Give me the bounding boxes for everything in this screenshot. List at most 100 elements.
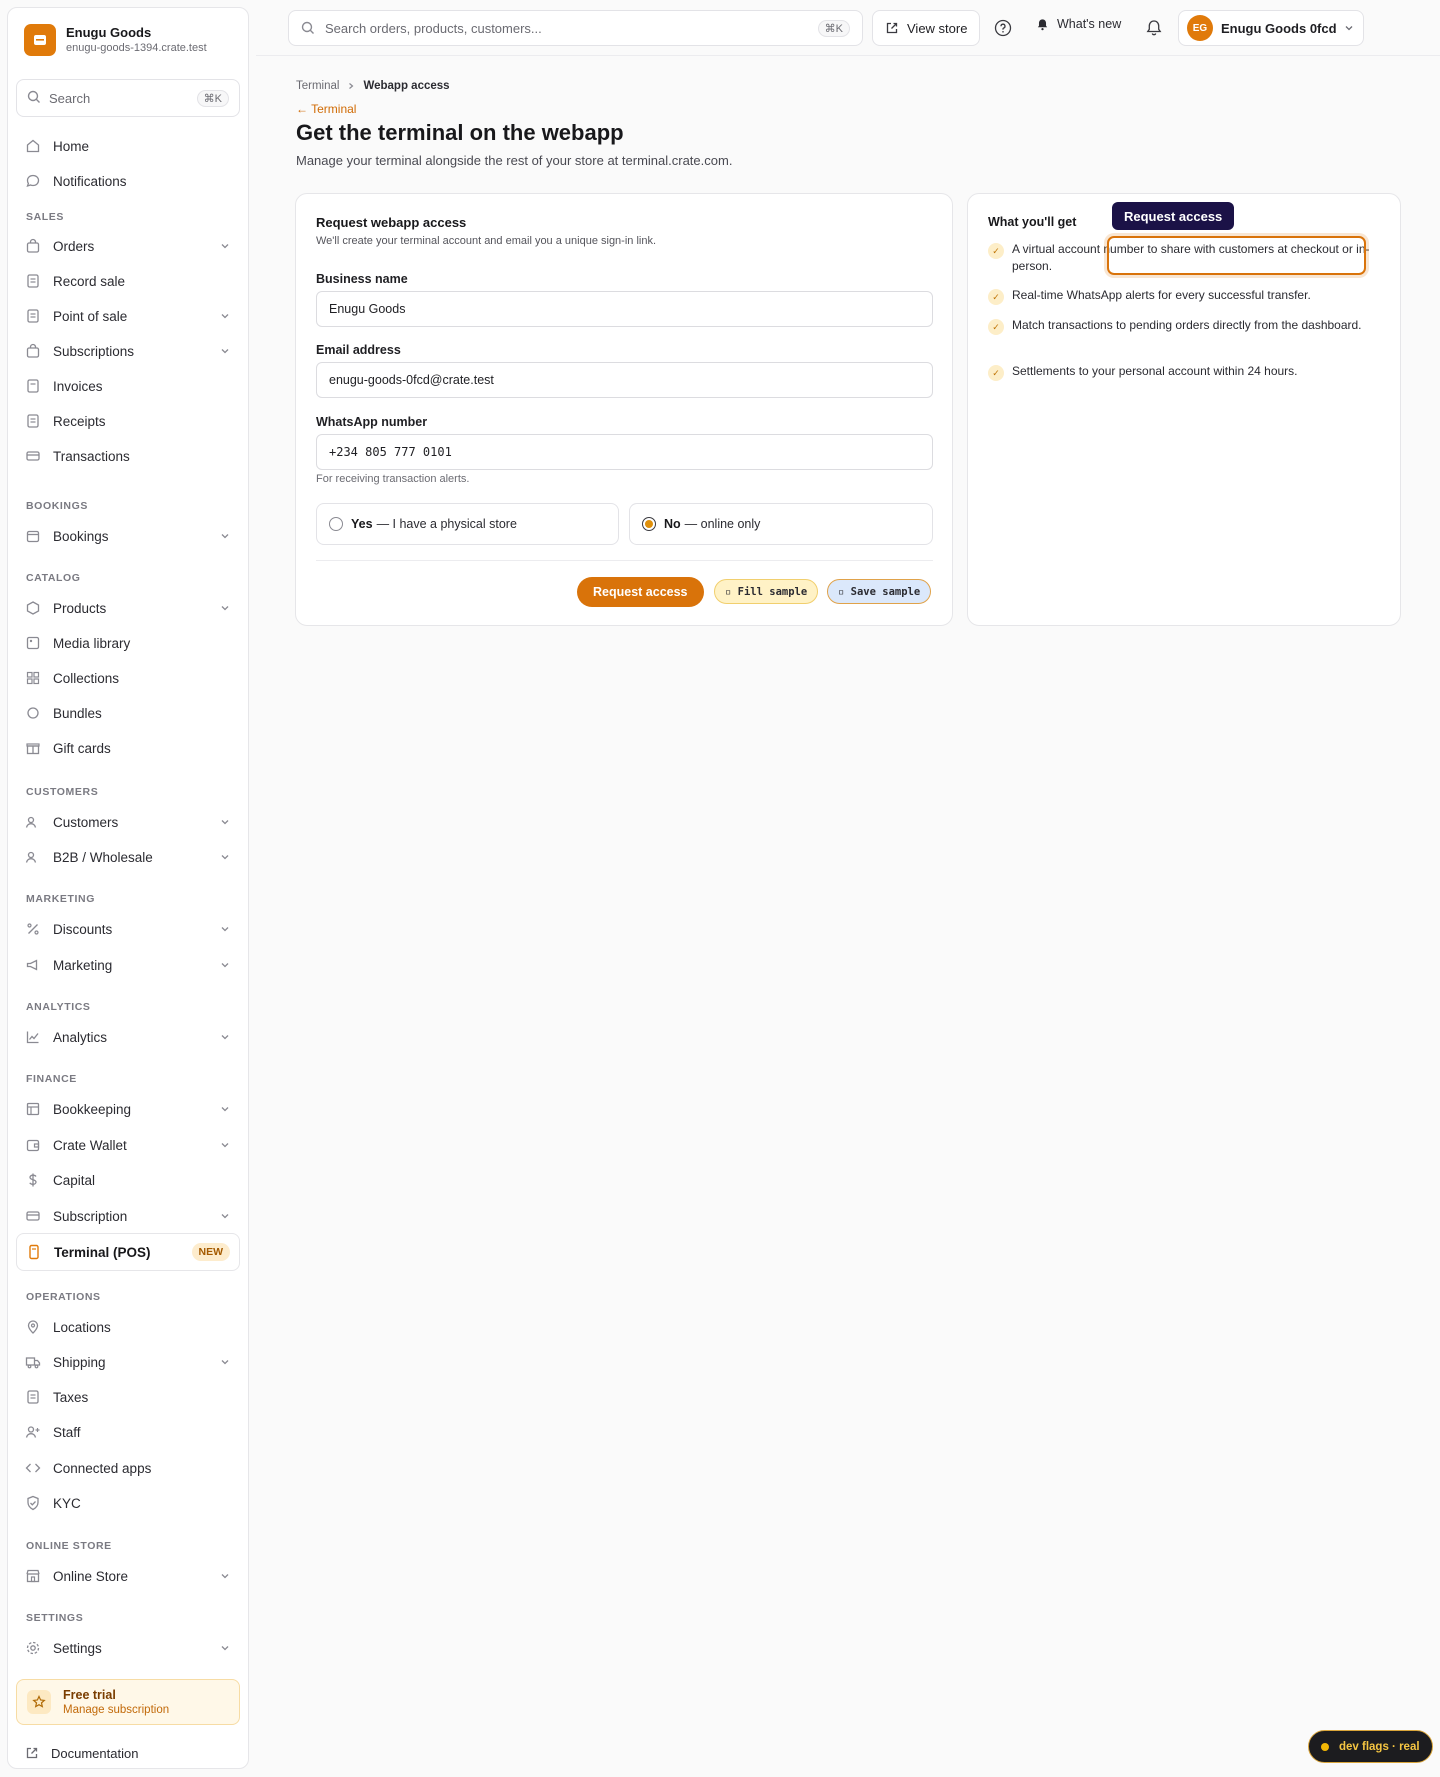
nav-bookings[interactable]: Bookings: [16, 521, 240, 551]
nav-terminal-pos[interactable]: Terminal (POS) NEW: [16, 1233, 240, 1271]
benefit-item: ✓ Settlements to your personal account wi…: [988, 363, 1384, 381]
credit-card-icon: [25, 1208, 41, 1224]
nav-taxes[interactable]: Taxes: [16, 1382, 240, 1412]
dev-flags-badge[interactable]: dev flags · real: [1308, 1730, 1433, 1763]
chevron-down-icon: [219, 923, 231, 935]
nav-record-sale[interactable]: Record sale: [16, 266, 240, 296]
chevron-down-icon: [1343, 22, 1355, 34]
nav-subscriptions[interactable]: Subscriptions: [16, 336, 240, 366]
nav-kyc-label: KYC: [53, 1495, 81, 1511]
view-store-button[interactable]: View store: [872, 10, 981, 46]
nav-products[interactable]: Products: [16, 593, 240, 623]
nav-bookkeeping-label: Bookkeeping: [53, 1101, 132, 1117]
nav-crate-wallet[interactable]: Crate Wallet: [16, 1130, 240, 1160]
nav-online-store[interactable]: Online Store: [16, 1561, 240, 1591]
tour-highlight-box: [1107, 236, 1366, 275]
section-catalog: CATALOG: [26, 572, 81, 584]
nav-staff[interactable]: Staff: [16, 1417, 240, 1447]
chevron-down-icon: [219, 1139, 231, 1151]
chevron-down-icon: [219, 1031, 231, 1043]
nav-collections[interactable]: Collections: [16, 663, 240, 693]
bag-icon: [25, 343, 41, 359]
section-analytics: ANALYTICS: [26, 1001, 91, 1013]
sidebar-search[interactable]: Search ⌘K: [16, 79, 240, 117]
nav-notifications-label: Notifications: [53, 173, 127, 189]
back-link[interactable]: ← Terminal: [296, 102, 356, 116]
global-search-placeholder: Search orders, products, customers...: [325, 20, 542, 36]
store-switcher[interactable]: Enugu Goods enugu-goods-1394.crate.test: [24, 24, 207, 56]
nav-transactions[interactable]: Transactions: [16, 441, 240, 471]
breadcrumb-parent[interactable]: Terminal: [296, 80, 339, 92]
chevron-down-icon: [219, 1570, 231, 1582]
nav-connected-apps[interactable]: Connected apps: [16, 1453, 240, 1483]
document-icon: [25, 1389, 41, 1405]
view-store-label: View store: [907, 20, 968, 36]
nav-customers[interactable]: Customers: [16, 807, 240, 837]
chevron-down-icon: [219, 530, 231, 542]
section-marketing: MARKETING: [26, 893, 95, 905]
nav-notifications[interactable]: Notifications: [16, 166, 240, 196]
nav-settings-label: Settings: [53, 1640, 102, 1656]
nav-crate-wallet-label: Crate Wallet: [53, 1137, 127, 1153]
nav-invoices[interactable]: Invoices: [16, 371, 240, 401]
nav-marketing[interactable]: Marketing: [16, 950, 240, 980]
nav-b2b-wholesale[interactable]: B2B / Wholesale: [16, 842, 240, 872]
nav-kyc[interactable]: KYC: [16, 1488, 240, 1518]
nav-staff-label: Staff: [53, 1424, 81, 1440]
nav-bundles[interactable]: Bundles: [16, 698, 240, 728]
manage-subscription-link[interactable]: Manage subscription: [63, 1703, 169, 1717]
nav-analytics-label: Analytics: [53, 1029, 108, 1045]
nav-subscription-label: Subscription: [53, 1208, 128, 1224]
business-name-field[interactable]: Enugu Goods: [316, 291, 933, 327]
benefit-text: Real-time WhatsApp alerts for every succ…: [1012, 288, 1311, 302]
nav-home-label: Home: [53, 138, 90, 154]
tour-tooltip: Request access: [1112, 202, 1235, 230]
nav-bookkeeping[interactable]: Bookkeeping: [16, 1094, 240, 1124]
nav-orders[interactable]: Orders: [16, 231, 240, 261]
discount-icon: [25, 921, 41, 937]
nav-transactions-label: Transactions: [53, 448, 130, 464]
help-icon[interactable]: [992, 17, 1014, 39]
chevron-down-icon: [219, 310, 231, 322]
notifications-bell-icon[interactable]: [1143, 17, 1165, 39]
trial-title: Free trial: [63, 1687, 116, 1702]
nav-media-library[interactable]: Media library: [16, 628, 240, 658]
nav-capital[interactable]: Capital: [16, 1165, 240, 1195]
whatsapp-field[interactable]: +234 805 777 0101: [316, 434, 933, 470]
fill-sample-button[interactable]: ▫ Fill sample: [714, 579, 819, 604]
external-link-icon: [25, 1746, 39, 1760]
documentation-link[interactable]: Documentation: [16, 1739, 240, 1767]
nav-locations[interactable]: Locations: [16, 1312, 240, 1342]
radio-online-only[interactable]: No — online only: [629, 503, 933, 545]
request-access-button[interactable]: Request access: [577, 577, 704, 607]
benefits-title: What you'll get: [988, 215, 1077, 229]
account-menu[interactable]: EG Enugu Goods 0fcd: [1178, 10, 1364, 46]
nav-analytics[interactable]: Analytics: [16, 1022, 240, 1052]
nav-record-sale-label: Record sale: [53, 273, 126, 289]
nav-home[interactable]: Home: [16, 131, 240, 161]
nav-subscription[interactable]: Subscription: [16, 1201, 240, 1231]
receipt-icon: [25, 413, 41, 429]
truck-icon: [25, 1354, 41, 1370]
radio-physical-store[interactable]: Yes — I have a physical store: [316, 503, 619, 545]
star-icon: [27, 1690, 51, 1714]
save-sample-button[interactable]: ▫ Save sample: [827, 579, 932, 604]
nav-point-of-sale[interactable]: Point of sale: [16, 301, 240, 331]
radio-yes-text: — I have a physical store: [376, 517, 517, 531]
form-title: Request webapp access: [316, 215, 467, 230]
nav-shipping[interactable]: Shipping: [16, 1347, 240, 1377]
chat-bubble-icon: [25, 173, 41, 189]
top-bar: Search orders, products, customers... ⌘K…: [256, 0, 1440, 56]
section-finance: FINANCE: [26, 1073, 77, 1085]
nav-discounts[interactable]: Discounts: [16, 914, 240, 944]
email-field[interactable]: enugu-goods-0fcd@crate.test: [316, 362, 933, 398]
nav-settings[interactable]: Settings: [16, 1633, 240, 1663]
global-search[interactable]: Search orders, products, customers... ⌘K: [288, 10, 863, 46]
free-trial-card[interactable]: Free trial Manage subscription: [16, 1679, 240, 1725]
documentation-label: Documentation: [51, 1745, 139, 1761]
nav-gift-cards[interactable]: Gift cards: [16, 733, 240, 763]
whats-new-button[interactable]: What's new: [1036, 17, 1121, 31]
nav-receipts[interactable]: Receipts: [16, 406, 240, 436]
nav-online-store-label: Online Store: [53, 1568, 129, 1584]
dev-flags-label: dev flags · real: [1339, 1740, 1420, 1753]
